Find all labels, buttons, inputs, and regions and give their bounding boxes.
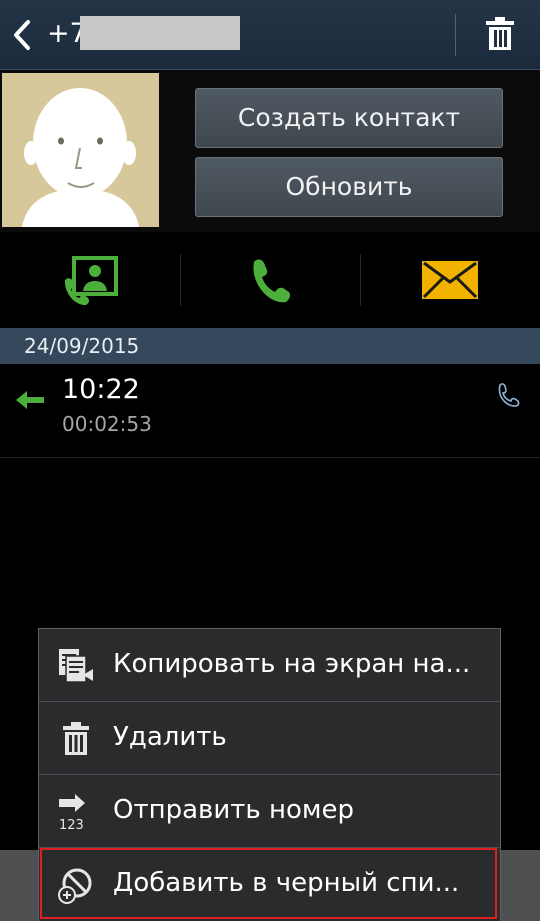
trash-icon [63, 722, 89, 755]
contact-header: Создать контакт Обновить [0, 70, 540, 232]
contact-call-icon [64, 255, 118, 305]
menu-item-send-number[interactable]: 123 Отправить номер [39, 775, 500, 848]
block-add-icon [58, 868, 92, 904]
contact-call-button[interactable] [0, 232, 180, 327]
log-date-header: 24/09/2015 [0, 328, 540, 364]
menu-item-copy-to-screen[interactable]: Копировать на экран на... [39, 629, 500, 702]
avatar[interactable] [2, 73, 159, 227]
update-contact-button[interactable]: Обновить [195, 157, 503, 217]
menu-item-label: Копировать на экран на... [113, 649, 471, 679]
action-bar: +7 [0, 0, 540, 70]
call-time: 10:22 [62, 374, 140, 405]
incoming-arrow-icon [16, 391, 44, 409]
delete-button[interactable] [480, 14, 520, 56]
call-log-row[interactable]: 10:22 00:02:53 [0, 364, 540, 458]
phone-icon [498, 383, 520, 407]
quick-actions [0, 232, 540, 327]
call-button[interactable] [180, 232, 360, 327]
redacted-number-mask [80, 16, 240, 50]
phone-icon [253, 258, 290, 302]
envelope-icon [422, 260, 478, 299]
log-date: 24/09/2015 [24, 334, 140, 358]
copy-to-screen-icon [59, 649, 93, 683]
send-number-icon: 123 [59, 794, 85, 831]
context-menu: Копировать на экран на... Удалить 123 От… [38, 628, 501, 921]
trash-icon [486, 17, 514, 50]
menu-item-add-to-blacklist[interactable]: Добавить в черный спи... [39, 848, 500, 921]
back-button[interactable] [8, 14, 38, 56]
menu-item-label: Удалить [113, 722, 227, 752]
back-chevron-icon [14, 20, 30, 50]
menu-item-label: Отправить номер [113, 795, 355, 825]
message-button[interactable] [360, 232, 540, 327]
menu-item-label: Добавить в черный спи... [113, 868, 460, 898]
divider [455, 14, 456, 56]
default-avatar-face-icon [2, 73, 159, 227]
call-duration: 00:02:53 [62, 412, 152, 436]
menu-item-delete[interactable]: Удалить [39, 702, 500, 775]
create-contact-button[interactable]: Создать контакт [195, 88, 503, 148]
svg-text:123: 123 [59, 818, 84, 831]
